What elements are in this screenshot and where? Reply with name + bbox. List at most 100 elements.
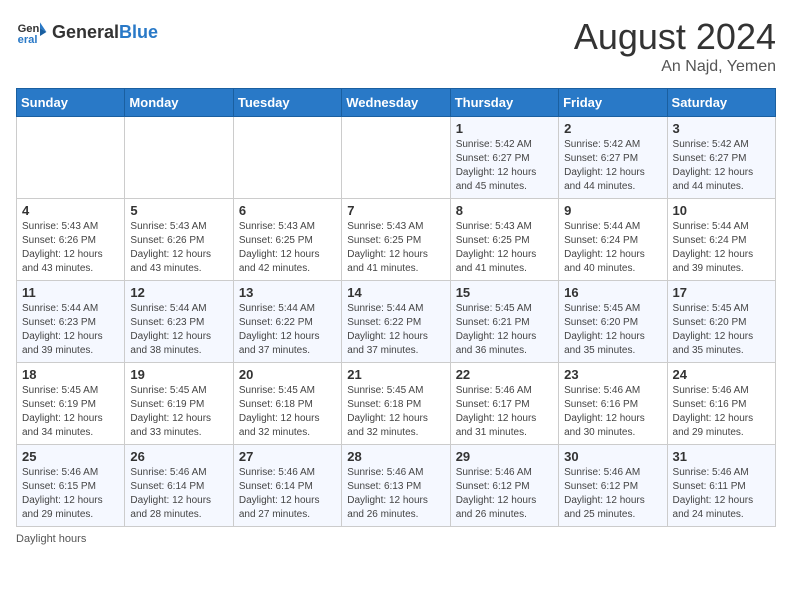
day-info: Sunrise: 5:44 AM Sunset: 6:23 PM Dayligh… <box>22 302 119 358</box>
day-info: Sunrise: 5:46 AM Sunset: 6:14 PM Dayligh… <box>239 466 336 522</box>
day-info: Sunrise: 5:43 AM Sunset: 6:25 PM Dayligh… <box>347 220 444 276</box>
week-row-4: 18Sunrise: 5:45 AM Sunset: 6:19 PM Dayli… <box>17 363 776 445</box>
day-info: Sunrise: 5:42 AM Sunset: 6:27 PM Dayligh… <box>564 138 661 194</box>
header-wednesday: Wednesday <box>342 89 450 117</box>
header-saturday: Saturday <box>667 89 775 117</box>
calendar-cell: 18Sunrise: 5:45 AM Sunset: 6:19 PM Dayli… <box>17 363 125 445</box>
day-info: Sunrise: 5:45 AM Sunset: 6:20 PM Dayligh… <box>673 302 770 358</box>
day-number: 23 <box>564 367 661 382</box>
week-row-1: 1Sunrise: 5:42 AM Sunset: 6:27 PM Daylig… <box>17 117 776 199</box>
calendar-cell: 9Sunrise: 5:44 AM Sunset: 6:24 PM Daylig… <box>559 199 667 281</box>
header-sunday: Sunday <box>17 89 125 117</box>
day-info: Sunrise: 5:45 AM Sunset: 6:20 PM Dayligh… <box>564 302 661 358</box>
calendar-cell <box>17 117 125 199</box>
day-info: Sunrise: 5:46 AM Sunset: 6:16 PM Dayligh… <box>564 384 661 440</box>
day-number: 2 <box>564 121 661 136</box>
day-info: Sunrise: 5:46 AM Sunset: 6:17 PM Dayligh… <box>456 384 553 440</box>
calendar-cell: 3 Sunrise: 5:42 AM Sunset: 6:27 PM Daylig… <box>667 117 775 199</box>
day-number: 21 <box>347 367 444 382</box>
day-number: 25 <box>22 449 119 464</box>
footer: Daylight hours <box>16 533 776 545</box>
calendar-cell: 25 Sunrise: 5:46 AM Sunset: 6:15 PM Dayli… <box>17 445 125 527</box>
calendar-cell: 4 Sunrise: 5:43 AM Sunset: 6:26 PM Daylig… <box>17 199 125 281</box>
day-info: Sunrise: 5:42 AM Sunset: 6:27 PM Dayligh… <box>673 138 770 194</box>
header-friday: Friday <box>559 89 667 117</box>
day-info: Sunrise: 5:46 AM Sunset: 6:12 PM Dayligh… <box>456 466 553 522</box>
day-info: Sunrise: 5:45 AM Sunset: 6:18 PM Dayligh… <box>347 384 444 440</box>
calendar-table: SundayMondayTuesdayWednesdayThursdayFrid… <box>16 88 776 527</box>
calendar-cell: 12 Sunrise: 5:44 AM Sunset: 6:23 PM Dayli… <box>125 281 233 363</box>
week-row-2: 4 Sunrise: 5:43 AM Sunset: 6:26 PM Daylig… <box>17 199 776 281</box>
day-number: 12 <box>130 285 227 300</box>
calendar-cell: 1Sunrise: 5:42 AM Sunset: 6:27 PM Daylig… <box>450 117 558 199</box>
day-info: Sunrise: 5:43 AM Sunset: 6:25 PM Dayligh… <box>239 220 336 276</box>
footer-label: Daylight hours <box>16 533 86 545</box>
day-number: 31 <box>673 449 770 464</box>
day-number: 6 <box>239 203 336 218</box>
calendar-cell: 30 Sunrise: 5:46 AM Sunset: 6:12 PM Dayli… <box>559 445 667 527</box>
logo-icon: Gen eral <box>16 16 48 48</box>
day-number: 3 <box>673 121 770 136</box>
day-info: Sunrise: 5:45 AM Sunset: 6:21 PM Dayligh… <box>456 302 553 358</box>
calendar-cell: 7Sunrise: 5:43 AM Sunset: 6:25 PM Daylig… <box>342 199 450 281</box>
svg-text:Gen: Gen <box>18 23 40 35</box>
calendar-cell: 8Sunrise: 5:43 AM Sunset: 6:25 PM Daylig… <box>450 199 558 281</box>
calendar-cell: 11 Sunrise: 5:44 AM Sunset: 6:23 PM Dayli… <box>17 281 125 363</box>
day-info: Sunrise: 5:46 AM Sunset: 6:11 PM Dayligh… <box>673 466 770 522</box>
calendar-cell: 28 Sunrise: 5:46 AM Sunset: 6:13 PM Dayli… <box>342 445 450 527</box>
calendar-cell: 10Sunrise: 5:44 AM Sunset: 6:24 PM Dayli… <box>667 199 775 281</box>
day-number: 14 <box>347 285 444 300</box>
day-number: 17 <box>673 285 770 300</box>
logo-general: General <box>52 22 119 42</box>
calendar-cell: 22 Sunrise: 5:46 AM Sunset: 6:17 PM Dayli… <box>450 363 558 445</box>
page-header: Gen eral GeneralBlue August 2024 An Najd… <box>16 16 776 76</box>
day-number: 9 <box>564 203 661 218</box>
day-number: 26 <box>130 449 227 464</box>
day-number: 30 <box>564 449 661 464</box>
calendar-cell: 26 Sunrise: 5:46 AM Sunset: 6:14 PM Dayli… <box>125 445 233 527</box>
day-number: 24 <box>673 367 770 382</box>
day-number: 27 <box>239 449 336 464</box>
header-tuesday: Tuesday <box>233 89 341 117</box>
day-number: 5 <box>130 203 227 218</box>
week-row-5: 25 Sunrise: 5:46 AM Sunset: 6:15 PM Dayli… <box>17 445 776 527</box>
day-info: Sunrise: 5:45 AM Sunset: 6:19 PM Dayligh… <box>130 384 227 440</box>
day-info: Sunrise: 5:44 AM Sunset: 6:22 PM Dayligh… <box>239 302 336 358</box>
day-info: Sunrise: 5:43 AM Sunset: 6:26 PM Dayligh… <box>22 220 119 276</box>
day-info: Sunrise: 5:46 AM Sunset: 6:14 PM Dayligh… <box>130 466 227 522</box>
day-number: 16 <box>564 285 661 300</box>
logo-text: GeneralBlue <box>52 22 158 43</box>
day-number: 13 <box>239 285 336 300</box>
calendar-cell <box>125 117 233 199</box>
day-number: 22 <box>456 367 553 382</box>
calendar-cell: 23 Sunrise: 5:46 AM Sunset: 6:16 PM Dayli… <box>559 363 667 445</box>
day-number: 11 <box>22 285 119 300</box>
day-number: 4 <box>22 203 119 218</box>
day-info: Sunrise: 5:43 AM Sunset: 6:25 PM Dayligh… <box>456 220 553 276</box>
day-number: 15 <box>456 285 553 300</box>
day-info: Sunrise: 5:46 AM Sunset: 6:13 PM Dayligh… <box>347 466 444 522</box>
calendar-cell: 2 Sunrise: 5:42 AM Sunset: 6:27 PM Daylig… <box>559 117 667 199</box>
logo-blue: Blue <box>119 22 158 42</box>
location: An Najd, Yemen <box>574 58 776 76</box>
calendar-cell: 19Sunrise: 5:45 AM Sunset: 6:19 PM Dayli… <box>125 363 233 445</box>
header-monday: Monday <box>125 89 233 117</box>
calendar-cell: 5Sunrise: 5:43 AM Sunset: 6:26 PM Daylig… <box>125 199 233 281</box>
calendar-cell: 20Sunrise: 5:45 AM Sunset: 6:18 PM Dayli… <box>233 363 341 445</box>
day-number: 10 <box>673 203 770 218</box>
logo: Gen eral GeneralBlue <box>16 16 158 48</box>
calendar-cell <box>342 117 450 199</box>
day-info: Sunrise: 5:46 AM Sunset: 6:16 PM Dayligh… <box>673 384 770 440</box>
day-info: Sunrise: 5:46 AM Sunset: 6:12 PM Dayligh… <box>564 466 661 522</box>
calendar-cell: 31 Sunrise: 5:46 AM Sunset: 6:11 PM Dayli… <box>667 445 775 527</box>
calendar-cell: 21 Sunrise: 5:45 AM Sunset: 6:18 PM Dayli… <box>342 363 450 445</box>
calendar-cell: 6 Sunrise: 5:43 AM Sunset: 6:25 PM Daylig… <box>233 199 341 281</box>
day-number: 28 <box>347 449 444 464</box>
day-info: Sunrise: 5:42 AM Sunset: 6:27 PM Dayligh… <box>456 138 553 194</box>
day-info: Sunrise: 5:45 AM Sunset: 6:19 PM Dayligh… <box>22 384 119 440</box>
calendar-cell: 27 Sunrise: 5:46 AM Sunset: 6:14 PM Dayli… <box>233 445 341 527</box>
day-info: Sunrise: 5:45 AM Sunset: 6:18 PM Dayligh… <box>239 384 336 440</box>
day-info: Sunrise: 5:44 AM Sunset: 6:23 PM Dayligh… <box>130 302 227 358</box>
calendar-cell: 15 Sunrise: 5:45 AM Sunset: 6:21 PM Dayli… <box>450 281 558 363</box>
day-info: Sunrise: 5:46 AM Sunset: 6:15 PM Dayligh… <box>22 466 119 522</box>
